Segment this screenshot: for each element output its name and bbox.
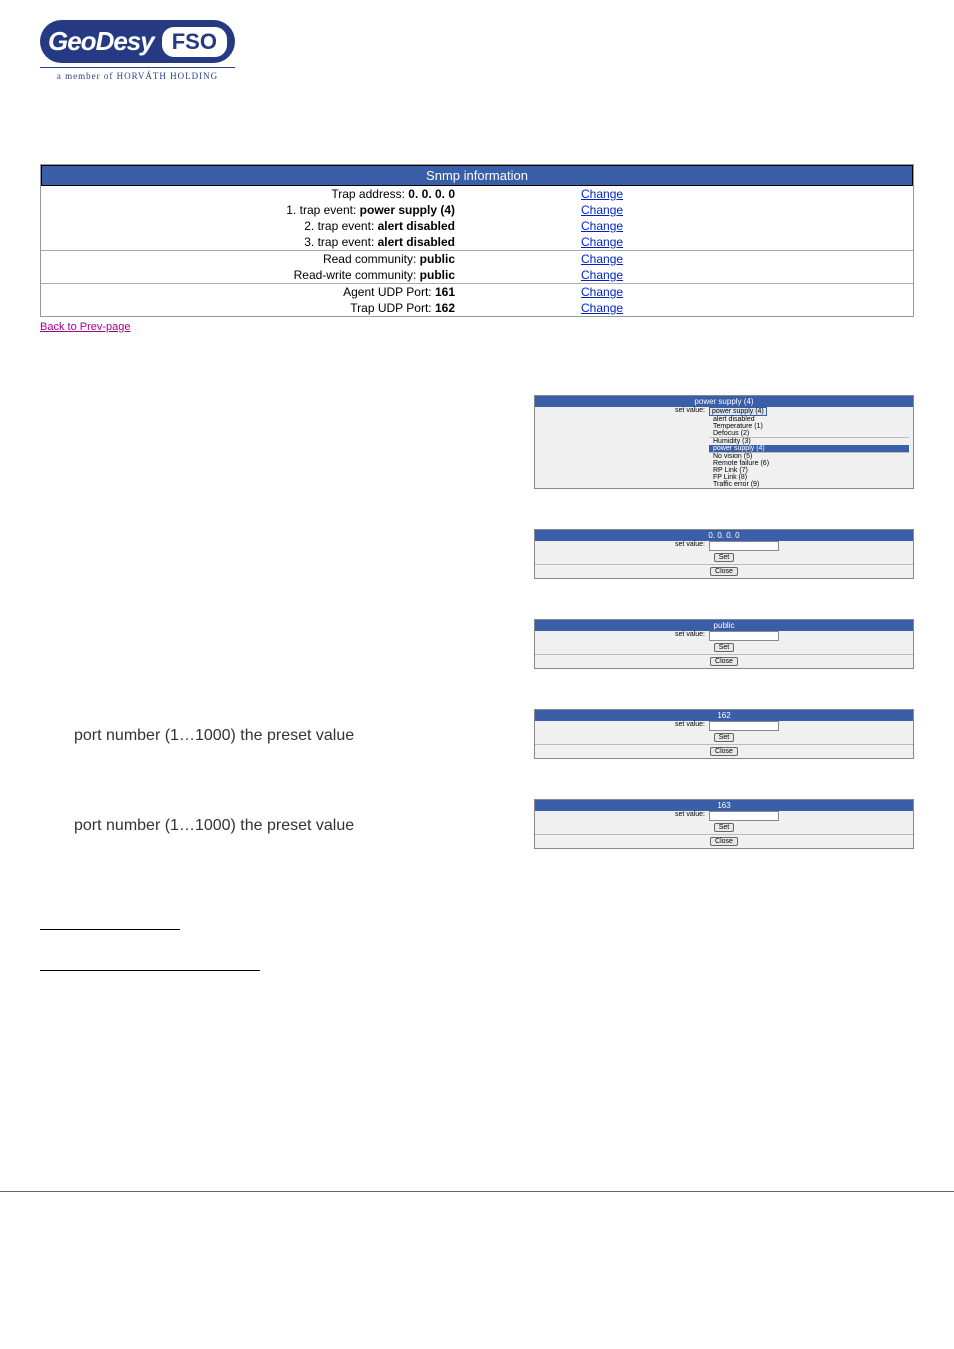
snmp-row-agent-port: Agent UDP Port: 161 Change [41, 284, 913, 300]
ip-close-button[interactable]: Close [710, 567, 738, 576]
trap-port-close-button[interactable]: Close [710, 837, 738, 846]
agent-port-set-button[interactable]: Set [714, 733, 735, 742]
back-link[interactable]: Back to Prev-page [40, 321, 131, 333]
snmp-row-trap-port: Trap UDP Port: 162 Change [41, 300, 913, 316]
trap-port-title: 163 [535, 800, 913, 811]
change-link[interactable]: Change [581, 235, 623, 249]
ip-popup: 0. 0. 0. 0 set value: Set Close [534, 529, 914, 579]
change-link[interactable]: Change [581, 187, 623, 201]
ip-set-button[interactable]: Set [714, 553, 735, 562]
community-title: public [535, 620, 913, 631]
dropdown-title: power supply (4) [535, 396, 913, 407]
community-set-label: set value: [539, 631, 709, 641]
agent-port-title: 162 [535, 710, 913, 721]
snmp-row-trap2: 2. trap event: alert disabled Change [41, 218, 913, 234]
change-link[interactable]: Change [581, 268, 623, 282]
ip-title: 0. 0. 0. 0 [535, 530, 913, 541]
trap-port-popup: 163 set value: Set Close [534, 799, 914, 849]
change-link[interactable]: Change [581, 285, 623, 299]
agent-port-close-button[interactable]: Close [710, 747, 738, 756]
dropdown-set-label: set value: [539, 407, 709, 416]
port1-caption: port number (1…1000) the preset value [74, 709, 534, 745]
bottom-rule [0, 1191, 954, 1192]
trap-port-input[interactable] [709, 811, 779, 821]
snmp-row-rw-comm: Read-write community: public Change [41, 267, 913, 283]
short-rule [40, 929, 180, 930]
dropdown-list[interactable]: alert disabled Temperature (1) Defocus (… [709, 416, 909, 488]
change-link[interactable]: Change [581, 219, 623, 233]
community-input[interactable] [709, 631, 779, 641]
trap-port-set-label: set value: [539, 811, 709, 821]
footer-lines [40, 929, 914, 971]
snmp-panel: Snmp information Trap address: 0. 0. 0. … [40, 164, 914, 317]
dropdown-selected[interactable]: power supply (4) [709, 407, 767, 416]
agent-port-popup: 162 set value: Set Close [534, 709, 914, 759]
community-set-button[interactable]: Set [714, 643, 735, 652]
agent-port-set-label: set value: [539, 721, 709, 731]
change-link[interactable]: Change [581, 252, 623, 266]
change-link[interactable]: Change [581, 301, 623, 315]
trap-port-set-button[interactable]: Set [714, 823, 735, 832]
snmp-row-read-comm: Read community: public Change [41, 251, 913, 267]
port2-caption: port number (1…1000) the preset value [74, 799, 534, 835]
community-popup: public set value: Set Close [534, 619, 914, 669]
logo-main: GeoDesy [48, 26, 154, 57]
ip-set-label: set value: [539, 541, 709, 551]
agent-port-input[interactable] [709, 721, 779, 731]
snmp-row-trap3: 3. trap event: alert disabled Change [41, 234, 913, 250]
snmp-row-trap-address: Trap address: 0. 0. 0. 0 Change [41, 186, 913, 202]
change-link[interactable]: Change [581, 203, 623, 217]
snmp-row-trap1: 1. trap event: power supply (4) Change [41, 202, 913, 218]
logo-badge: FSO [162, 27, 227, 57]
logo: GeoDesy FSO a member of HORVÁTH HOLDING [40, 20, 914, 84]
ip-input[interactable] [709, 541, 779, 551]
dropdown-popup: power supply (4) set value: power supply… [534, 395, 914, 489]
snmp-panel-title: Snmp information [41, 165, 913, 186]
logo-subtitle: a member of HORVÁTH HOLDING [40, 67, 235, 81]
community-close-button[interactable]: Close [710, 657, 738, 666]
medium-rule [40, 970, 260, 971]
